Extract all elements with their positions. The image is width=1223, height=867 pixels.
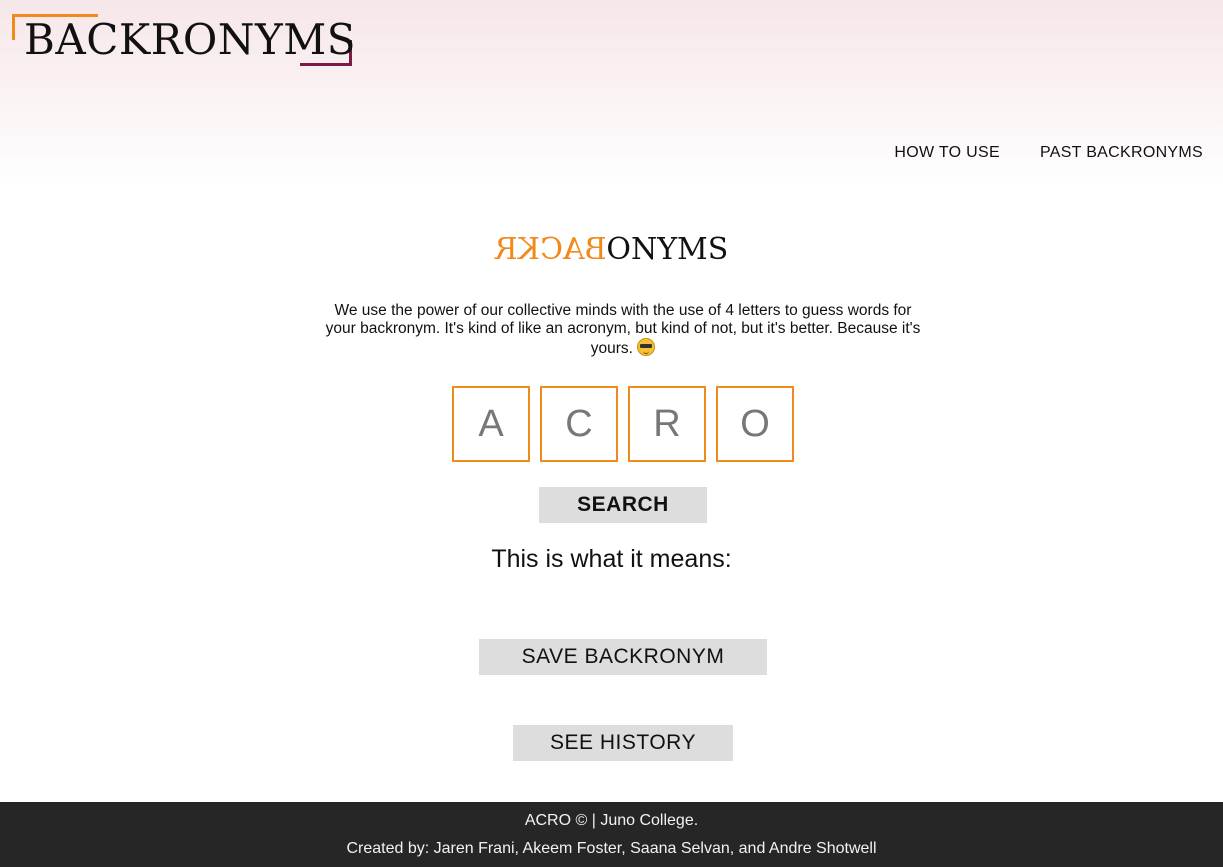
logo-text: BACKRONYMS xyxy=(24,15,357,64)
nav-past-backronyms[interactable]: PAST BACKRONYMS xyxy=(1040,144,1203,162)
nav-how-to-use[interactable]: HOW TO USE xyxy=(894,144,1000,162)
letter-input-4[interactable]: O xyxy=(716,386,794,462)
footer-copyright: ACRO © | Juno College. xyxy=(524,812,699,829)
main-nav: HOW TO USE PAST BACKRONYMS xyxy=(894,144,1203,162)
brand-title-rest: ONYMS xyxy=(606,232,729,267)
save-backronym-button[interactable]: SAVE BACKRONYM xyxy=(479,639,767,675)
page-header: BACKRONYMS HOW TO USE PAST BACKRONYMS xyxy=(0,0,1223,185)
brand-title-flipped: BACKR xyxy=(494,232,607,267)
sunglasses-emoji-icon xyxy=(637,338,656,356)
letter-input-2[interactable]: C xyxy=(540,386,618,462)
intro-copy: We use the power of our collective minds… xyxy=(325,302,921,357)
letter-input-1[interactable]: A xyxy=(452,386,530,462)
see-history-button[interactable]: SEE HISTORY xyxy=(513,725,733,761)
brand-title: BACKRONYMS xyxy=(0,232,1223,267)
intro-text: We use the power of our collective minds… xyxy=(320,302,926,358)
site-logo[interactable]: BACKRONYMS xyxy=(12,14,356,66)
footer-credits: Created by: Jaren Frani, Akeem Foster, S… xyxy=(346,840,877,857)
letter-inputs: A C R O xyxy=(452,386,794,462)
meaning-heading: This is what it means: xyxy=(491,545,732,573)
letter-input-3[interactable]: R xyxy=(628,386,706,462)
search-button[interactable]: SEARCH xyxy=(539,487,707,523)
page-footer: ACRO © | Juno College. Created by: Jaren… xyxy=(0,802,1223,867)
